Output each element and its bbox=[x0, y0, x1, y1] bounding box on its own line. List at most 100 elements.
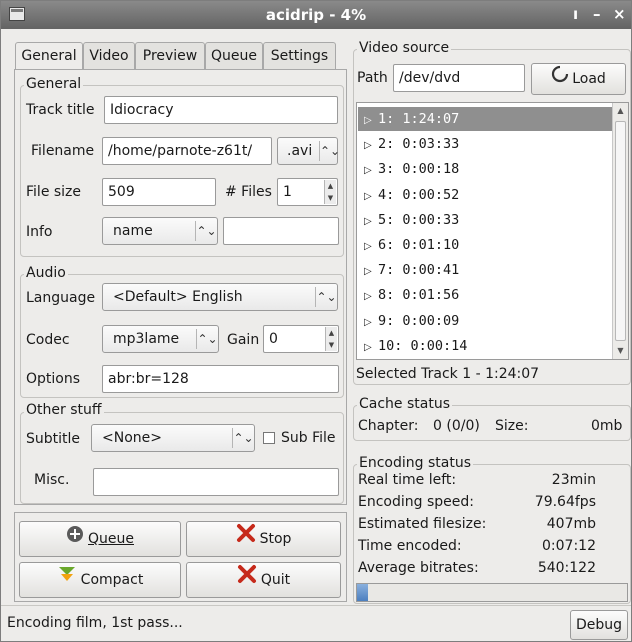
track-title-label: Track title bbox=[26, 102, 95, 118]
track-row[interactable]: ▷ 1: 1:24:07 bbox=[358, 107, 612, 131]
load-button[interactable]: Load bbox=[531, 63, 626, 95]
subtitle-value: <None> bbox=[102, 430, 162, 446]
stick-icon[interactable]: ı bbox=[573, 5, 578, 23]
track-row[interactable]: ▷ 8: 0:01:56 bbox=[358, 283, 612, 307]
expander-icon[interactable]: ▷ bbox=[364, 285, 378, 309]
close-icon[interactable]: × bbox=[613, 5, 626, 23]
encoding-stat-label: Estimated filesize: bbox=[358, 516, 487, 532]
selected-track-label: Selected Track 1 - 1:24:07 bbox=[356, 366, 540, 382]
codec-value: mp3lame bbox=[113, 331, 180, 347]
track-label: 1: 1:24:07 bbox=[378, 111, 460, 127]
track-label: 2: 0:03:33 bbox=[378, 136, 460, 153]
options-input[interactable]: abr:br=128 bbox=[102, 365, 339, 393]
debug-button[interactable]: Debug bbox=[570, 610, 628, 640]
encoding-stat-label: Average bitrates: bbox=[358, 560, 479, 576]
quit-button[interactable]: Quit bbox=[186, 562, 341, 598]
acidrip-window: acidrip - 4% ı – × General Video Preview… bbox=[0, 0, 632, 642]
track-label: 4: 0:00:52 bbox=[378, 186, 460, 203]
info-text-input[interactable] bbox=[223, 217, 339, 245]
combo-arrows-icon: ⌃⌄ bbox=[232, 428, 254, 448]
compact-button[interactable]: Compact bbox=[19, 562, 181, 598]
expander-icon[interactable]: ▷ bbox=[364, 159, 378, 183]
title-bar[interactable]: acidrip - 4% ı – × bbox=[1, 1, 631, 29]
track-label: 7: 0:00:41 bbox=[378, 262, 460, 279]
track-row[interactable]: ▷ 9: 0:00:09 bbox=[358, 309, 612, 333]
track-list[interactable]: ▷ 1: 1:24:07 ▷ 2: 0:03:33 ▷ 3: 0:00:18 ▷ 4: 0:0… bbox=[356, 102, 629, 360]
stop-button[interactable]: Stop bbox=[186, 521, 341, 557]
extension-select[interactable]: .avi ⌃⌄ bbox=[277, 137, 340, 165]
codec-label: Codec bbox=[26, 332, 70, 348]
misc-input[interactable] bbox=[93, 468, 339, 496]
codec-select[interactable]: mp3lame ⌃⌄ bbox=[102, 325, 219, 353]
expander-icon[interactable]: ▷ bbox=[364, 311, 378, 335]
encoding-stat-label: Encoding speed: bbox=[358, 494, 474, 510]
video-source-frame-label: Video source bbox=[357, 40, 452, 56]
filename-input[interactable]: /home/parnote-z61t/ bbox=[102, 137, 272, 165]
combo-arrows-icon: ⌃⌄ bbox=[195, 221, 217, 241]
chapter-value: 0 (0/0) bbox=[433, 418, 480, 434]
track-label: 5: 0:00:33 bbox=[378, 211, 460, 228]
track-row[interactable]: ▷ 2: 0:03:33 bbox=[358, 132, 612, 156]
tab-general[interactable]: General bbox=[15, 42, 83, 72]
size-value: 0mb bbox=[591, 418, 623, 434]
tab-preview[interactable]: Preview bbox=[135, 42, 205, 70]
track-label: 8: 0:01:56 bbox=[378, 287, 460, 304]
tab-settings[interactable]: Settings bbox=[263, 42, 336, 70]
files-count-value: 1 bbox=[283, 184, 292, 200]
subtitle-select[interactable]: <None> ⌃⌄ bbox=[91, 424, 255, 452]
track-row[interactable]: ▷ 7: 0:00:41 bbox=[358, 258, 612, 282]
expander-icon[interactable]: ▷ bbox=[364, 336, 378, 359]
encoding-progress-bar bbox=[356, 583, 628, 602]
audio-frame-label: Audio bbox=[24, 265, 68, 281]
files-count-label: # Files bbox=[225, 184, 272, 200]
extension-value: .avi bbox=[287, 143, 313, 159]
expander-icon[interactable]: ▷ bbox=[364, 260, 378, 284]
tab-queue[interactable]: Queue bbox=[205, 42, 263, 70]
expander-icon[interactable]: ▷ bbox=[364, 235, 378, 259]
gain-spinner[interactable]: 0 ▲ ▼ bbox=[263, 325, 339, 353]
minimize-icon[interactable]: – bbox=[593, 5, 601, 23]
track-row[interactable]: ▷ 4: 0:00:52 bbox=[358, 183, 612, 207]
file-size-label: File size bbox=[26, 184, 82, 200]
load-button-label: Load bbox=[572, 71, 606, 87]
encoding-status-frame-label: Encoding status bbox=[357, 455, 473, 471]
language-select[interactable]: <Default> English ⌃⌄ bbox=[102, 283, 338, 311]
spin-buttons-icon[interactable]: ▲ ▼ bbox=[325, 327, 337, 351]
files-count-spinner[interactable]: 1 ▲ ▼ bbox=[277, 178, 338, 206]
scrollbar-thumb[interactable] bbox=[615, 121, 626, 341]
scroll-down-icon[interactable]: ▼ bbox=[613, 343, 628, 359]
track-row[interactable]: ▷ 5: 0:00:33 bbox=[358, 208, 612, 232]
track-list-scrollbar[interactable]: ▲ ▼ bbox=[612, 103, 628, 359]
track-label: 3: 0:00:18 bbox=[378, 161, 460, 178]
sub-file-label: Sub File bbox=[281, 430, 336, 446]
info-label: Info bbox=[26, 224, 53, 240]
encoding-stat-label: Real time left: bbox=[358, 472, 457, 488]
add-icon bbox=[66, 522, 84, 556]
expander-icon[interactable]: ▷ bbox=[364, 134, 378, 158]
expander-icon[interactable]: ▷ bbox=[364, 109, 378, 133]
path-input[interactable]: /dev/dvd bbox=[393, 64, 525, 92]
file-size-input[interactable]: 509 bbox=[102, 178, 216, 206]
track-row[interactable]: ▷ 3: 0:00:18 bbox=[358, 157, 612, 181]
cache-status-frame-label: Cache status bbox=[357, 396, 453, 412]
expander-icon[interactable]: ▷ bbox=[364, 185, 378, 209]
track-title-input[interactable]: Idiocracy bbox=[104, 96, 338, 124]
track-row[interactable]: ▷ 10: 0:00:14 bbox=[358, 334, 612, 358]
track-row[interactable]: ▷ 6: 0:01:10 bbox=[358, 233, 612, 257]
scroll-up-icon[interactable]: ▲ bbox=[613, 103, 628, 119]
expander-icon[interactable]: ▷ bbox=[364, 210, 378, 234]
sub-file-checkbox[interactable] bbox=[263, 432, 275, 444]
info-select[interactable]: name ⌃⌄ bbox=[102, 217, 218, 245]
tab-video[interactable]: Video bbox=[83, 42, 135, 70]
compact-icon bbox=[57, 563, 77, 597]
chapter-label: Chapter: bbox=[358, 418, 419, 434]
size-label: Size: bbox=[495, 418, 529, 434]
filename-label: Filename bbox=[31, 143, 95, 159]
gain-value: 0 bbox=[269, 331, 278, 347]
spin-buttons-icon[interactable]: ▲ ▼ bbox=[324, 180, 336, 204]
queue-button[interactable]: Queue bbox=[19, 521, 181, 557]
language-value: <Default> English bbox=[113, 289, 243, 305]
stop-button-label: Stop bbox=[259, 531, 292, 547]
combo-arrows-icon: ⌃⌄ bbox=[196, 329, 218, 349]
quit-button-label: Quit bbox=[260, 572, 291, 588]
